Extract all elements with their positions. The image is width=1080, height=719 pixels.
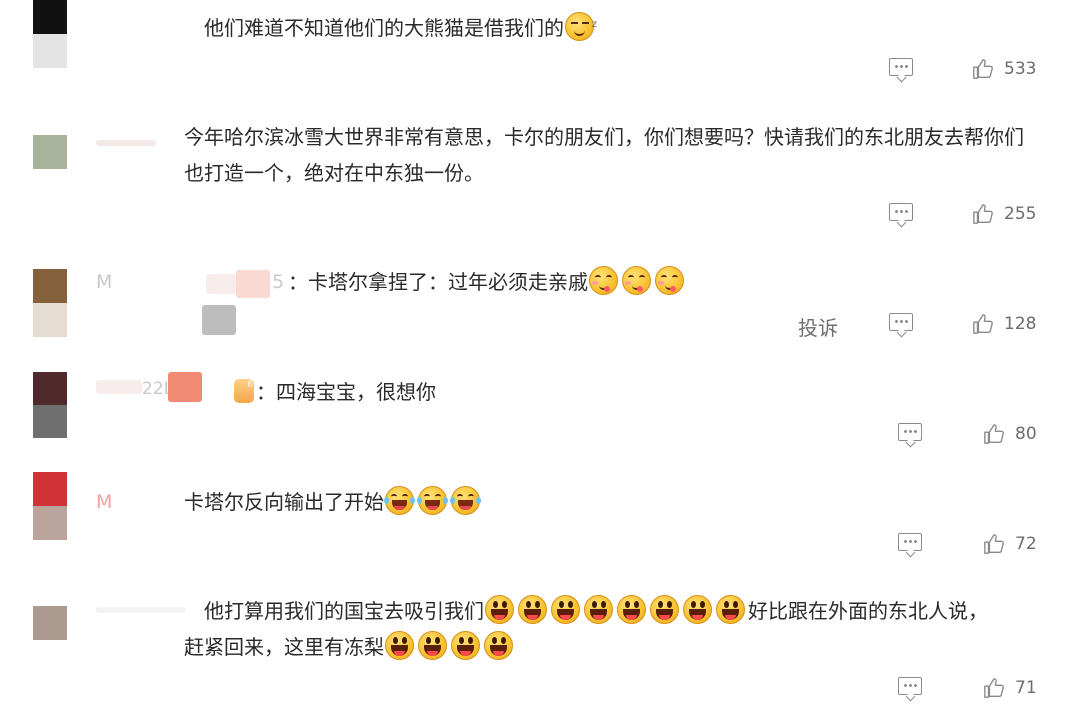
grin-emoji-icon: [617, 595, 646, 624]
laugh-emoji-icon: [417, 486, 448, 515]
like-button[interactable]: 533: [972, 58, 1036, 80]
avatar-fill: [33, 135, 67, 169]
grin-emoji-icon: [518, 595, 547, 624]
avatar-blur: [202, 305, 236, 335]
avatar-top: [33, 269, 67, 303]
comment-text-line: ：四海宝宝，很想你: [256, 380, 436, 404]
avatar-bottom: [33, 34, 67, 68]
thumbs-up-icon: [984, 534, 1004, 554]
grin-emoji-icon: [650, 595, 679, 624]
comment-text: 今年哈尔滨冰雪大世界非常有意思，卡尔的朋友们，你们想要吗？快请我们的东北朋友去帮…: [184, 119, 1024, 191]
grin-emoji-icon: [683, 595, 712, 624]
like-count: 255: [1004, 204, 1037, 224]
username[interactable]: M: [96, 271, 112, 293]
reply-icon[interactable]: [889, 203, 913, 221]
grin-emoji-icon: [484, 631, 513, 660]
like-count: 128: [1004, 314, 1037, 334]
grin-emoji-icon: [551, 595, 580, 624]
sleepy-emoji-icon: z: [565, 12, 597, 41]
comment-text-line: 卡塔尔反向输出了开始: [184, 490, 384, 514]
reply-icon[interactable]: [889, 313, 913, 331]
avatar-top: [33, 0, 67, 34]
comment-text-line: 他们难道不知道他们的大熊猫是借我们的: [204, 16, 564, 40]
username-blur: [96, 140, 156, 146]
fan-badge-icon: 6: [234, 379, 254, 403]
badge-number: 6: [247, 380, 253, 390]
comment-text-line: 他打算用我们的国宝去吸引我们 好比跟在外面的东北人说，: [204, 593, 988, 629]
username-blur: [206, 274, 236, 294]
like-count: 71: [1015, 678, 1037, 698]
like-button[interactable]: 80: [983, 423, 1037, 445]
avatar-top: [33, 472, 67, 506]
thumbs-up-icon: [973, 59, 993, 79]
thumbs-up-icon: [973, 314, 993, 334]
thumbs-up-icon: [973, 204, 993, 224]
reply-icon[interactable]: [889, 58, 913, 76]
comment-text-segment: 赶紧回来，这里有冻梨: [184, 635, 384, 659]
avatar[interactable]: [33, 372, 67, 438]
like-count: 72: [1015, 534, 1037, 554]
avatar-bottom: [33, 303, 67, 337]
reply-icon[interactable]: [898, 533, 922, 551]
username-tail: 5: [272, 271, 285, 293]
grin-emoji-icon: [716, 595, 745, 624]
laugh-emoji-icon: [450, 486, 481, 515]
thumbs-up-icon: [984, 678, 1004, 698]
laugh-emoji-icon: [384, 486, 415, 515]
grin-emoji-icon: [451, 631, 480, 660]
avatar-bottom: [33, 405, 67, 438]
grin-emoji-icon: [584, 595, 613, 624]
like-button[interactable]: 128: [972, 313, 1036, 335]
yummy-emoji-icon: [655, 266, 684, 295]
comment-text-segment: 他打算用我们的国宝去吸引我们: [204, 599, 484, 623]
report-button[interactable]: 投诉: [798, 312, 838, 341]
comment-text-line: ：卡塔尔拿捏了：过年必须走亲戚: [288, 270, 588, 294]
comment-text: 他打算用我们的国宝去吸引我们 好比跟在外面的东北人说，: [204, 593, 988, 629]
comment-text: 6 ：四海宝宝，很想你: [234, 374, 436, 410]
avatar-bottom: [33, 506, 67, 540]
avatar[interactable]: [33, 269, 67, 337]
grin-emoji-icon: [385, 631, 414, 660]
comment-text-segment: 好比跟在外面的东北人说，: [748, 599, 988, 623]
grin-emoji-icon: [485, 595, 514, 624]
grin-emoji-icon: [418, 631, 447, 660]
reply-icon[interactable]: [898, 423, 922, 441]
like-button[interactable]: 72: [983, 533, 1037, 555]
comment-text-line: 今年哈尔滨冰雪大世界非常有意思，卡尔的朋友们，你们想要吗？快请我们的东北朋友去帮…: [184, 125, 1024, 149]
reply-icon[interactable]: [898, 677, 922, 695]
comment-text: 他们难道不知道他们的大熊猫是借我们的 z: [204, 10, 597, 46]
username-blur: [236, 270, 270, 298]
yummy-emoji-icon: [622, 266, 651, 295]
avatar[interactable]: [33, 472, 67, 540]
avatar[interactable]: [33, 606, 67, 640]
comment-text: ：卡塔尔拿捏了：过年必须走亲戚: [288, 264, 687, 300]
avatar[interactable]: [33, 0, 67, 68]
comment-text: 卡塔尔反向输出了开始: [184, 484, 483, 520]
like-button[interactable]: 71: [983, 677, 1037, 699]
like-button[interactable]: 255: [972, 203, 1036, 225]
yummy-emoji-icon: [589, 266, 618, 295]
comment-text-line-2: 赶紧回来，这里有冻梨: [184, 629, 516, 665]
like-count: 533: [1004, 59, 1037, 79]
username-blur: [168, 372, 202, 402]
thumbs-up-icon: [984, 424, 1004, 444]
comment-text-line: 也打造一个，绝对在中东独一份。: [184, 161, 484, 185]
username-blur: [96, 607, 186, 613]
username-blur: [96, 380, 142, 394]
avatar-fill: [33, 606, 67, 640]
username[interactable]: M: [96, 491, 112, 513]
avatar[interactable]: [33, 135, 67, 169]
like-count: 80: [1015, 424, 1037, 444]
avatar-top: [33, 372, 67, 405]
